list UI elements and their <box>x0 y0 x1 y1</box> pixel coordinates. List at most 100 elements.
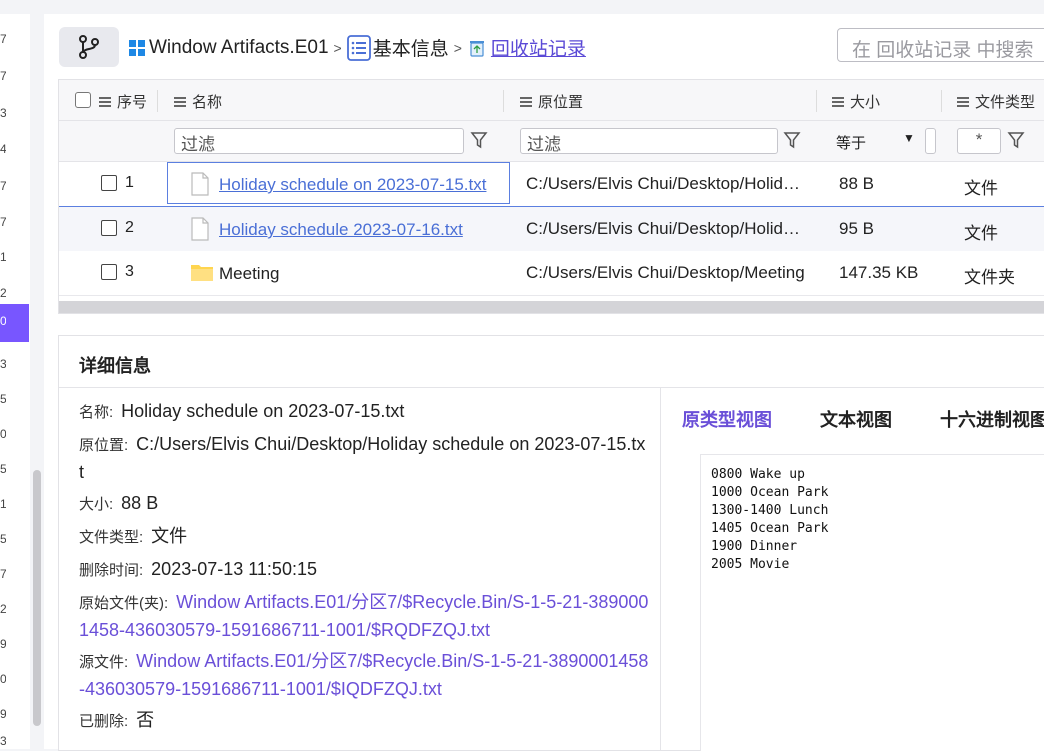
property-value: Holiday schedule on 2023-07-15.txt <box>121 401 405 421</box>
size-cell: 88 B <box>839 174 874 193</box>
column-menu-icon <box>174 95 186 109</box>
column-header-name[interactable]: 名称 <box>174 91 222 112</box>
file-icon <box>191 217 209 241</box>
row-number: 1 <box>0 497 6 511</box>
property-source-file: 源文件: Window Artifacts.E01/分区7/$Recycle.Bi… <box>79 648 649 702</box>
breadcrumb-item-evidence[interactable]: Window Artifacts.E01 <box>149 37 329 59</box>
row-number: 0 <box>0 672 6 686</box>
property-label: 文件类型: <box>79 529 144 546</box>
path-filter-input[interactable]: 过滤 <box>520 128 778 154</box>
size-value-input[interactable] <box>925 128 936 154</box>
column-header-size[interactable]: 大小 <box>832 91 880 112</box>
row-number: 1 <box>125 174 134 191</box>
property-label: 原始文件(夹): <box>79 595 169 612</box>
row-number: 1 <box>0 250 6 264</box>
file-content-viewer[interactable]: 0800 Wake up 1000 Ocean Park 1300-1400 L… <box>700 454 1044 751</box>
row-checkbox[interactable] <box>101 220 117 236</box>
row-number: 7 <box>0 69 6 83</box>
left-scrollbar[interactable] <box>33 470 41 726</box>
folder-icon <box>191 265 213 281</box>
select-all-checkbox[interactable] <box>75 92 91 108</box>
type-cell: 文件 <box>964 224 998 243</box>
filter-row: 过滤 过滤 等于 ▼ * <box>59 121 1044 162</box>
filter-icon[interactable] <box>1007 131 1025 149</box>
recycle-table: 序号 名称 原位置 大小 文件类型 过滤 过滤 等于 ▼ * 1 Holiday… <box>58 79 1044 314</box>
column-header-label: 名称 <box>192 94 223 111</box>
windows-icon <box>129 39 145 56</box>
property-label: 大小: <box>79 496 114 513</box>
column-header-label: 大小 <box>850 94 881 111</box>
property-value: 2023-07-13 11:50:15 <box>151 559 317 579</box>
row-checkbox[interactable] <box>101 175 117 191</box>
top-strip <box>0 0 1044 14</box>
branch-button[interactable] <box>59 27 119 67</box>
type-filter-input[interactable]: * <box>957 128 1001 154</box>
file-content: 0800 Wake up 1000 Ocean Park 1300-1400 L… <box>711 467 829 572</box>
breadcrumb: Window Artifacts.E01 > 基本信息 > 回收站记录 <box>129 34 586 61</box>
horizontal-scrollbar[interactable] <box>59 301 1044 313</box>
tab-hex-view[interactable]: 十六进制视图 <box>940 406 1044 432</box>
column-divider[interactable] <box>157 90 158 112</box>
column-divider[interactable] <box>816 90 817 112</box>
property-list: 名称: Holiday schedule on 2023-07-15.txt 原位… <box>79 398 649 740</box>
property-original-location: 原位置: C:/Users/Elvis Chui/Desktop/Holiday … <box>79 431 649 485</box>
filter-icon[interactable] <box>783 131 801 149</box>
left-panel: 7 7 3 4 7 7 1 2 0 3 5 0 5 1 5 7 2 9 0 9 … <box>0 14 30 749</box>
table-row[interactable]: 3 Meeting C:/Users/Elvis Chui/Desktop/Me… <box>59 251 1044 296</box>
chevron-down-icon[interactable]: ▼ <box>903 131 915 145</box>
divider <box>59 387 1044 388</box>
divider <box>660 388 661 750</box>
row-number: 3 <box>0 357 6 371</box>
chevron-right-icon: > <box>333 39 342 56</box>
file-name-link[interactable]: Holiday schedule 2023-07-16.txt <box>219 220 463 240</box>
file-name-link[interactable]: Holiday schedule on 2023-07-15.txt <box>219 175 486 195</box>
size-cell: 95 B <box>839 219 874 238</box>
table-header: 序号 名称 原位置 大小 文件类型 <box>59 80 1044 121</box>
column-header-label: 文件类型 <box>975 94 1036 111</box>
source-file-link[interactable]: Window Artifacts.E01/分区7/$Recycle.Bin/S-… <box>79 651 648 699</box>
row-number: 7 <box>0 32 6 46</box>
column-header-path[interactable]: 原位置 <box>520 91 583 112</box>
table-row[interactable]: 2 Holiday schedule 2023-07-16.txt C:/Use… <box>59 206 1044 252</box>
breadcrumb-bar: Window Artifacts.E01 > 基本信息 > 回收站记录 在 回收… <box>44 14 1044 76</box>
main-panel: Window Artifacts.E01 > 基本信息 > 回收站记录 在 回收… <box>44 14 1044 751</box>
type-cell: 文件 <box>964 179 998 198</box>
filter-icon[interactable] <box>470 131 488 149</box>
size-operator-select[interactable]: 等于 <box>836 132 866 153</box>
viewer-tabs: 原类型视图 文本视图 十六进制视图 <box>682 406 1044 432</box>
row-number: 5 <box>0 462 6 476</box>
table-row[interactable]: 1 Holiday schedule on 2023-07-15.txt C:/… <box>59 162 1044 207</box>
path-cell: C:/Users/Elvis Chui/Desktop/Holiday sche… <box>526 174 808 193</box>
row-number: 5 <box>0 392 6 406</box>
row-number: 7 <box>0 179 6 193</box>
property-type: 文件类型: 文件 <box>79 523 649 551</box>
property-value: C:/Users/Elvis Chui/Desktop/Holiday sche… <box>79 434 646 482</box>
column-divider[interactable] <box>503 90 504 112</box>
column-header-type[interactable]: 文件类型 <box>957 91 1035 112</box>
type-cell: 文件夹 <box>964 268 1015 287</box>
column-divider[interactable] <box>941 90 942 112</box>
property-delete-time: 删除时间: 2023-07-13 11:50:15 <box>79 556 649 584</box>
property-name: 名称: Holiday schedule on 2023-07-15.txt <box>79 398 649 426</box>
column-header-no[interactable]: 序号 <box>99 91 147 112</box>
property-size: 大小: 88 B <box>79 490 649 518</box>
row-number: 9 <box>0 707 6 721</box>
column-menu-icon <box>832 95 844 109</box>
breadcrumb-item-recycle-records[interactable]: 回收站记录 <box>491 34 586 61</box>
folder-name[interactable]: Meeting <box>219 264 279 284</box>
row-number: 0 <box>0 314 6 328</box>
row-number: 2 <box>125 219 134 236</box>
tab-text-view[interactable]: 文本视图 <box>820 406 892 432</box>
row-checkbox[interactable] <box>101 264 117 280</box>
row-number: 3 <box>0 106 6 120</box>
property-value: 文件 <box>151 526 188 546</box>
property-label: 原位置: <box>79 437 129 454</box>
property-value: 否 <box>136 710 155 730</box>
breadcrumb-item-basic-info[interactable]: 基本信息 <box>373 34 449 61</box>
name-filter-input[interactable]: 过滤 <box>174 128 464 154</box>
column-header-label: 原位置 <box>538 94 584 111</box>
list-icon <box>346 34 371 61</box>
search-input[interactable]: 在 回收站记录 中搜索 <box>837 28 1044 62</box>
tab-native-view[interactable]: 原类型视图 <box>682 406 772 432</box>
property-label: 名称: <box>79 404 114 421</box>
